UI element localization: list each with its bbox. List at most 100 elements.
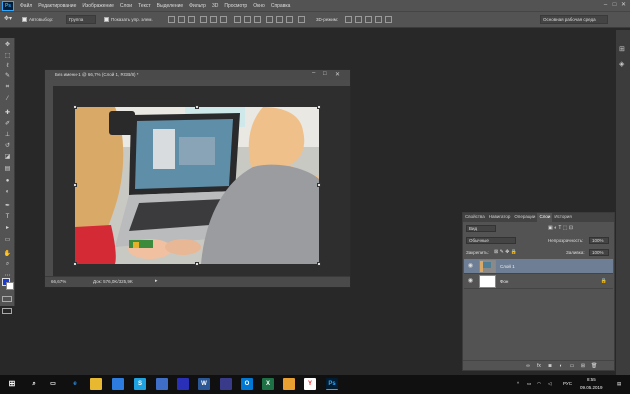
- file-explorer-icon[interactable]: [90, 378, 102, 390]
- align-left-icon[interactable]: [200, 16, 207, 23]
- paint-icon[interactable]: [283, 378, 295, 390]
- filter-pixel-icon[interactable]: ▣ ◐ T ⬚ ⊡: [548, 225, 573, 231]
- task-view-icon[interactable]: ▭: [47, 378, 59, 390]
- screen-mode-icon[interactable]: [2, 308, 12, 314]
- eraser-tool-icon[interactable]: ◪: [3, 153, 12, 160]
- fill-input[interactable]: 100%: [589, 249, 609, 256]
- delete-layer-icon[interactable]: 🗑: [591, 363, 597, 369]
- windows-start-icon[interactable]: ⊞: [6, 378, 18, 390]
- zoom-level[interactable]: 66,67%: [51, 279, 66, 284]
- history-panel-icon[interactable]: ⊞: [619, 45, 625, 53]
- layer-mask-icon[interactable]: ◙: [547, 363, 553, 369]
- align-right-icon[interactable]: [220, 16, 227, 23]
- media-icon[interactable]: [177, 378, 189, 390]
- 3d-rotate-icon[interactable]: [345, 16, 352, 23]
- menu-image[interactable]: Изображение: [79, 3, 117, 9]
- history-brush-tool-icon[interactable]: ↺: [3, 142, 12, 149]
- photoshop-taskbar-icon[interactable]: Ps: [326, 378, 338, 390]
- transform-handle-tc[interactable]: [195, 105, 199, 109]
- search-icon[interactable]: ⌕: [28, 378, 40, 390]
- crop-tool-icon[interactable]: ⌗: [3, 84, 12, 91]
- align-center-icon[interactable]: [210, 16, 217, 23]
- tab-layers[interactable]: Слои: [537, 213, 553, 222]
- properties-panel-icon[interactable]: ◈: [619, 60, 624, 68]
- document-maximize-icon[interactable]: □: [323, 71, 327, 77]
- distribute-right-icon[interactable]: [286, 16, 293, 23]
- skype-icon[interactable]: S: [134, 378, 146, 390]
- move-tool-icon[interactable]: ✥▾: [4, 15, 12, 22]
- menu-edit[interactable]: Редактирование: [35, 3, 79, 9]
- app-icon[interactable]: [220, 378, 232, 390]
- transform-handle-mr[interactable]: [317, 183, 321, 187]
- pen-tool-icon[interactable]: ✒: [3, 202, 12, 209]
- transform-controls-checkbox[interactable]: [104, 17, 109, 22]
- 3d-drag-icon[interactable]: [365, 16, 372, 23]
- menu-type[interactable]: Текст: [135, 3, 154, 9]
- transform-handle-bc[interactable]: [195, 262, 199, 266]
- transform-handle-br[interactable]: [317, 262, 321, 266]
- blur-tool-icon[interactable]: ●: [3, 177, 12, 184]
- blend-mode-select[interactable]: Обычные: [466, 237, 516, 244]
- quick-mask-icon[interactable]: [2, 296, 12, 302]
- align-top-icon[interactable]: [168, 16, 175, 23]
- layer-filter-select[interactable]: Вид: [466, 225, 496, 232]
- notifications-icon[interactable]: ▤: [617, 381, 621, 387]
- marquee-tool-icon[interactable]: ⬚: [3, 52, 12, 59]
- healing-brush-tool-icon[interactable]: ✚: [3, 109, 12, 116]
- tab-actions[interactable]: Операции: [512, 213, 537, 222]
- adjustment-layer-icon[interactable]: ◐: [558, 363, 564, 369]
- document-close-icon[interactable]: ✕: [335, 71, 340, 78]
- autoselect-checkbox[interactable]: [22, 17, 27, 22]
- move-tool-icon[interactable]: ✥: [3, 41, 12, 48]
- zoom-tool-icon[interactable]: ⌕: [3, 261, 12, 268]
- visibility-eye-icon[interactable]: ◉: [467, 263, 474, 270]
- close-icon[interactable]: ✕: [619, 0, 628, 10]
- quick-select-tool-icon[interactable]: ✎: [3, 72, 12, 79]
- edge-icon[interactable]: e: [69, 378, 81, 390]
- align-bottom-icon[interactable]: [188, 16, 195, 23]
- tab-properties[interactable]: Свойства: [463, 213, 487, 222]
- layer-row-1[interactable]: ◉ Слой 1: [464, 259, 613, 274]
- eyedropper-tool-icon[interactable]: ⁄: [3, 95, 12, 102]
- autoselect-select[interactable]: Группа: [66, 15, 96, 24]
- mail-icon[interactable]: [156, 378, 168, 390]
- link-layers-icon[interactable]: ∞: [525, 363, 531, 369]
- type-tool-icon[interactable]: T: [3, 213, 12, 220]
- lasso-tool-icon[interactable]: ℓ: [3, 62, 12, 69]
- layer-row-background[interactable]: ◉ Фон 🔒: [464, 274, 613, 289]
- menu-help[interactable]: Справка: [268, 3, 294, 9]
- maximize-icon[interactable]: □: [610, 0, 619, 10]
- clock-time[interactable]: 8:55: [587, 377, 596, 382]
- 3d-roll-icon[interactable]: [355, 16, 362, 23]
- word-icon[interactable]: W: [198, 378, 210, 390]
- distribute-middle-icon[interactable]: [244, 16, 251, 23]
- distribute-top-icon[interactable]: [234, 16, 241, 23]
- menu-filter[interactable]: Фильтр: [186, 3, 209, 9]
- transform-handle-tr[interactable]: [317, 105, 321, 109]
- brush-tool-icon[interactable]: ✐: [3, 120, 12, 127]
- gradient-tool-icon[interactable]: ▤: [3, 165, 12, 172]
- menu-layers[interactable]: Слои: [117, 3, 135, 9]
- transform-handle-ml[interactable]: [73, 183, 77, 187]
- hand-tool-icon[interactable]: ✋: [3, 250, 12, 257]
- transform-handle-bl[interactable]: [73, 262, 77, 266]
- dodge-tool-icon[interactable]: ◐: [3, 188, 12, 195]
- tab-history[interactable]: История: [552, 213, 573, 222]
- align-middle-icon[interactable]: [178, 16, 185, 23]
- new-layer-icon[interactable]: ⊞: [580, 363, 586, 369]
- distribute-bottom-icon[interactable]: [254, 16, 261, 23]
- menu-file[interactable]: Файл: [17, 3, 35, 9]
- auto-align-icon[interactable]: [298, 16, 305, 23]
- network-icon[interactable]: ◠: [537, 381, 541, 387]
- minimize-icon[interactable]: –: [601, 0, 610, 10]
- status-menu-arrow-icon[interactable]: ▸: [155, 278, 158, 284]
- yandex-browser-icon[interactable]: Y: [304, 378, 316, 390]
- layer-name[interactable]: Фон: [500, 279, 508, 284]
- language-indicator[interactable]: РУС: [563, 381, 572, 386]
- tray-arrow-icon[interactable]: ^: [517, 381, 519, 386]
- canvas-area[interactable]: [53, 86, 350, 276]
- opacity-input[interactable]: 100%: [589, 237, 609, 244]
- lock-icons[interactable]: ⊠ ✎ ✥ 🔒: [494, 249, 517, 255]
- excel-icon[interactable]: X: [262, 378, 274, 390]
- workspace-select[interactable]: Основная рабочая среда: [540, 15, 608, 24]
